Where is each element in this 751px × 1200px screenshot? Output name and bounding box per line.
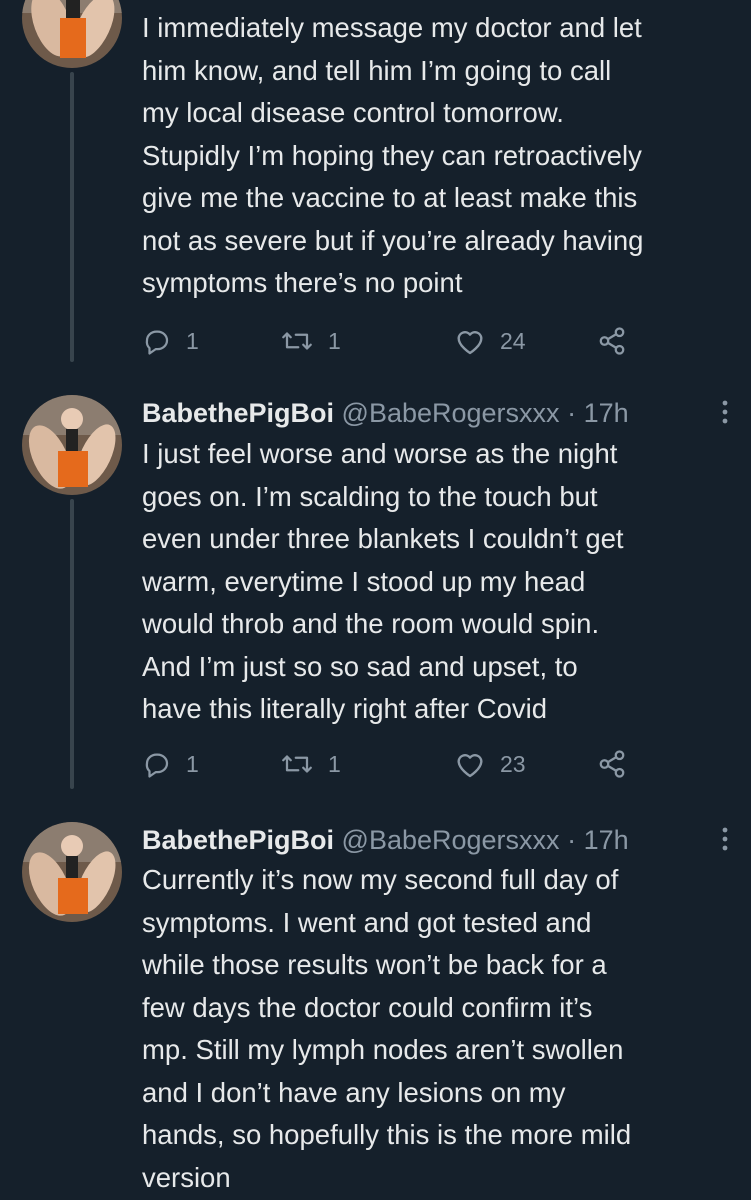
- display-name[interactable]: BabethePigBoi: [142, 398, 334, 428]
- tweet-text: I just feel worse and worse as the night…: [142, 438, 624, 724]
- vertical-ellipsis-icon[interactable]: [713, 824, 737, 854]
- reply-count: 1: [186, 750, 199, 777]
- tweet-3[interactable]: BabethePigBoi @BabeRogersxxx · 17h Curre…: [0, 822, 751, 1200]
- tweet-header: BabethePigBoi @BabeRogersxxx · 17h: [142, 822, 711, 858]
- timestamp[interactable]: · 17h: [567, 825, 629, 855]
- like-button[interactable]: 23: [454, 744, 526, 784]
- tweet-actions: 1 1 23: [142, 744, 642, 784]
- like-button[interactable]: 24: [454, 321, 526, 361]
- avatar[interactable]: [22, 395, 122, 495]
- retweet-button[interactable]: 1: [280, 321, 341, 361]
- avatar[interactable]: [22, 822, 122, 922]
- reply-button[interactable]: 1: [142, 744, 199, 784]
- reply-button[interactable]: 1: [142, 321, 199, 361]
- heart-outline-icon: [457, 754, 483, 778]
- retweet-arrows-icon: [282, 332, 312, 350]
- avatar[interactable]: [22, 0, 122, 68]
- speech-bubble-icon: [145, 753, 169, 778]
- tweet-text: I immediately message my doctor and let …: [142, 12, 644, 298]
- tweet-header: BabethePigBoi @BabeRogersxxx · 17h: [142, 395, 711, 431]
- thread-connector: [70, 499, 74, 789]
- vertical-ellipsis-icon[interactable]: [713, 397, 737, 427]
- thread-connector: [70, 72, 74, 362]
- retweet-count: 1: [328, 327, 341, 354]
- like-count: 24: [500, 327, 526, 354]
- display-name[interactable]: BabethePigBoi: [142, 825, 334, 855]
- retweet-count: 1: [328, 750, 341, 777]
- handle[interactable]: @BabeRogersxxx: [342, 398, 560, 428]
- reply-count: 1: [186, 327, 199, 354]
- share-button[interactable]: [596, 321, 628, 361]
- like-count: 23: [500, 750, 526, 777]
- tweet-actions: 1 1 24: [142, 321, 642, 361]
- tweet-text: Currently it’s now my second full day of…: [142, 864, 632, 1193]
- share-nodes-icon: [599, 327, 625, 355]
- retweet-arrows-icon: [282, 755, 312, 773]
- tweet-2[interactable]: BabethePigBoi @BabeRogersxxx · 17h I jus…: [0, 395, 751, 800]
- retweet-button[interactable]: 1: [280, 744, 341, 784]
- timestamp[interactable]: · 17h: [567, 398, 629, 428]
- speech-bubble-icon: [145, 330, 169, 355]
- tweet-1[interactable]: I immediately message my doctor and let …: [0, 0, 751, 375]
- share-button[interactable]: [596, 744, 628, 784]
- tweet-thread: I immediately message my doctor and let …: [0, 0, 751, 1200]
- handle[interactable]: @BabeRogersxxx: [342, 825, 560, 855]
- heart-outline-icon: [457, 331, 483, 355]
- share-nodes-icon: [599, 750, 625, 778]
